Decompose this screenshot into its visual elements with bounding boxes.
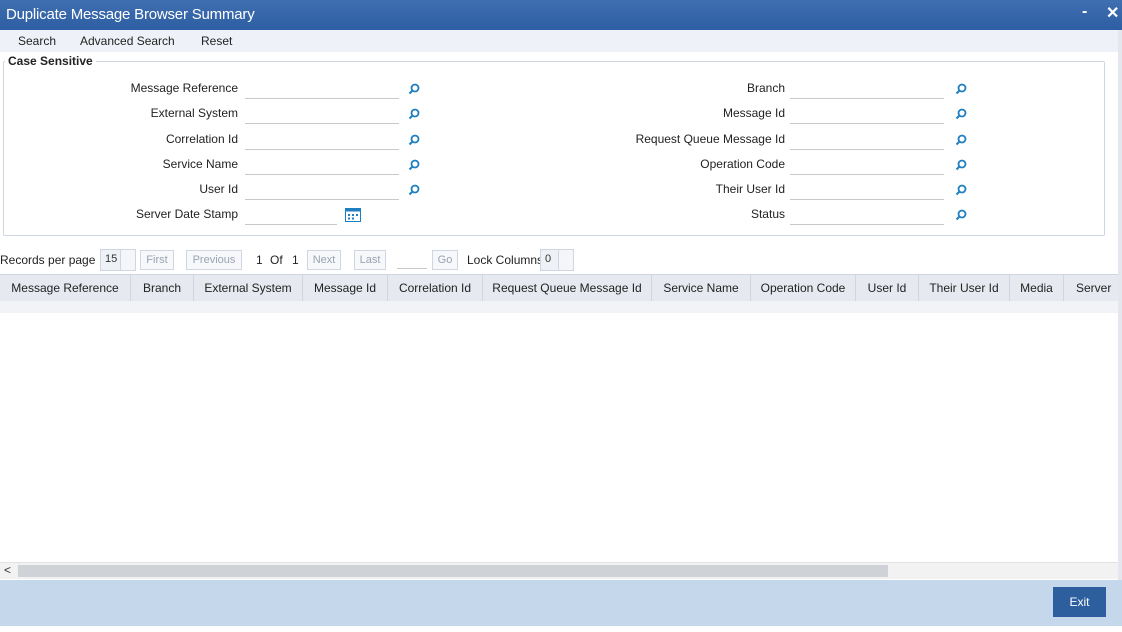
search-icon[interactable] [408,83,420,95]
go-button[interactable]: Go [432,250,458,270]
calendar-icon[interactable] [345,208,361,222]
request-queue-message-id-input[interactable] [790,129,944,150]
search-icon[interactable] [955,159,967,171]
next-page-button[interactable]: Next [307,250,341,270]
menu-search[interactable]: Search [18,34,56,48]
page-of-label: Of [270,253,283,267]
col-correlation-id[interactable]: Correlation Id [388,275,483,301]
label-message-reference: Message Reference [130,81,238,95]
message-id-input[interactable] [790,103,944,124]
correlation-id-input[interactable] [245,129,399,150]
lock-columns-label: Lock Columns [467,253,544,267]
search-icon[interactable] [408,159,420,171]
label-correlation-id: Correlation Id [165,132,238,146]
vertical-scrollbar[interactable] [1118,30,1122,626]
page-total: 1 [292,253,299,267]
footer-bar [0,580,1122,626]
user-id-input[interactable] [245,179,399,200]
label-external-system: External System [150,106,238,120]
table-row[interactable] [0,301,1118,313]
minimize-button[interactable]: - [1082,3,1087,21]
search-icon[interactable] [955,184,967,196]
scroll-left-arrow-icon[interactable]: < [4,563,11,577]
col-operation-code[interactable]: Operation Code [751,275,856,301]
window-title: Duplicate Message Browser Summary [6,6,255,23]
label-operation-code: Operation Code [700,157,785,171]
external-system-input[interactable] [245,103,399,124]
close-button[interactable]: ✕ [1106,3,1119,23]
search-icon[interactable] [408,134,420,146]
last-page-button[interactable]: Last [354,250,386,270]
results-table-body [0,313,1118,561]
col-their-user-id[interactable]: Their User Id [919,275,1010,301]
records-per-page-select[interactable]: 15 [100,249,136,271]
chevron-down-icon [120,250,135,270]
col-user-id[interactable]: User Id [856,275,919,301]
message-reference-input[interactable] [245,78,399,99]
exit-button[interactable]: Exit [1053,587,1106,617]
search-icon[interactable] [955,134,967,146]
col-service-name[interactable]: Service Name [652,275,751,301]
server-date-stamp-input[interactable] [245,204,337,225]
previous-page-button[interactable]: Previous [186,250,242,270]
label-branch: Branch [746,81,785,95]
page-current: 1 [256,253,263,267]
first-page-button[interactable]: First [140,250,174,270]
service-name-input[interactable] [245,154,399,175]
title-bar: Duplicate Message Browser Summary - ✕ [0,0,1122,30]
status-input[interactable] [790,204,944,225]
operation-code-input[interactable] [790,154,944,175]
col-message-reference[interactable]: Message Reference [0,275,131,301]
chevron-down-icon [558,250,573,270]
label-user-id: User Id [199,182,238,196]
horizontal-scrollbar[interactable]: < [0,562,1118,579]
col-server[interactable]: Server [1064,275,1122,301]
col-media[interactable]: Media [1010,275,1064,301]
lock-columns-select[interactable]: 0 [540,249,574,271]
search-icon[interactable] [955,83,967,95]
pagination-bar: Records per page 15 First Previous 1 Of … [0,248,1122,272]
menu-advanced-search[interactable]: Advanced Search [80,34,175,48]
col-request-queue-message-id[interactable]: Request Queue Message Id [483,275,652,301]
menu-bar: Search Advanced Search Reset [0,30,1122,52]
label-status: Status [750,207,785,221]
their-user-id-input[interactable] [790,179,944,200]
col-message-id[interactable]: Message Id [303,275,388,301]
records-per-page-label: Records per page [0,253,96,267]
label-server-date-stamp: Server Date Stamp [135,207,238,221]
results-table-header: Message Reference Branch External System… [0,274,1122,302]
col-branch[interactable]: Branch [131,275,194,301]
search-icon[interactable] [955,108,967,120]
col-external-system[interactable]: External System [194,275,303,301]
label-message-id: Message Id [722,106,785,120]
label-service-name: Service Name [162,157,238,171]
search-icon[interactable] [955,209,967,221]
scrollbar-thumb[interactable] [18,565,888,577]
menu-reset[interactable]: Reset [201,34,232,48]
branch-input[interactable] [790,78,944,99]
case-sensitive-legend: Case Sensitive [8,54,93,68]
label-request-queue-message-id: Request Queue Message Id [635,132,785,146]
go-to-page-input[interactable] [397,250,427,269]
label-their-user-id: Their User Id [715,182,785,196]
search-icon[interactable] [408,108,420,120]
search-icon[interactable] [408,184,420,196]
